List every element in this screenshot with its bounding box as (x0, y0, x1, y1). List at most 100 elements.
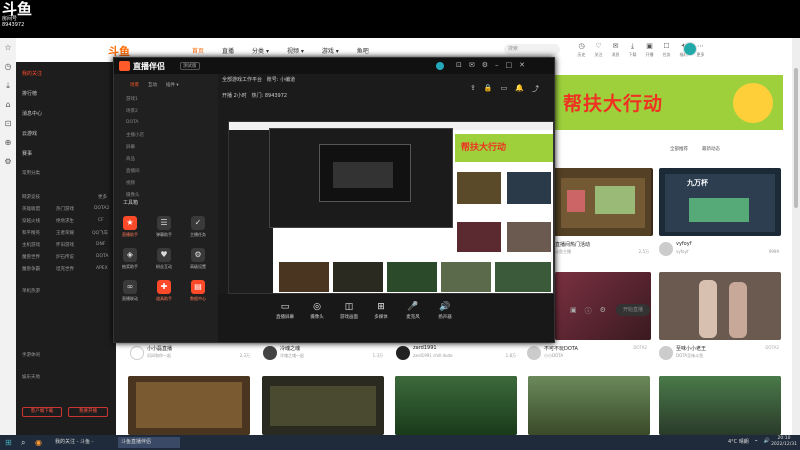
game-link[interactable]: 和平精英 (22, 230, 40, 236)
scene-item[interactable]: 摄像头 (126, 192, 140, 198)
header-download[interactable]: ⤓ 下载 (627, 42, 638, 58)
game-link[interactable]: QQ飞车 (92, 230, 108, 236)
game-link[interactable]: DOTA2 (94, 206, 109, 211)
game-link[interactable]: 魔兽争霸 (22, 266, 40, 272)
avatar[interactable] (659, 346, 673, 360)
nav-home[interactable]: 首页 (192, 46, 204, 55)
stream-card-5[interactable] (128, 376, 250, 435)
search-icon[interactable]: ⌕ (18, 437, 28, 448)
group-mobile[interactable]: 手游休闲 (22, 352, 40, 358)
lock-icon[interactable]: 🔒 (484, 84, 493, 94)
game-link[interactable]: 炉石传说 (56, 254, 74, 260)
menu-cloud-game[interactable]: 云游戏 (22, 130, 37, 137)
game-link[interactable]: CF (98, 218, 104, 223)
bell-icon[interactable]: 🔔 (515, 84, 524, 94)
scene-item[interactable]: 游戏1 (126, 96, 138, 102)
user-avatar[interactable] (683, 42, 697, 56)
tool-task[interactable]: ✓ 主播任务 (184, 216, 212, 238)
group-single[interactable]: 单机热游 (22, 288, 40, 294)
home-icon[interactable]: ⌂ (0, 95, 16, 114)
activity-banner[interactable]: 帮扶大行动 (555, 75, 783, 130)
tab-plugins[interactable]: 插件 ▾ (166, 82, 179, 88)
nav-category[interactable]: 分类 ▾ (252, 46, 269, 55)
source-media[interactable]: ⊞ 多媒体 (368, 302, 394, 320)
game-link[interactable]: DOTA (96, 254, 109, 259)
source-screen[interactable]: ▭ 直播屏幕 (272, 302, 298, 320)
game-link[interactable]: 坦克世界 (56, 266, 74, 272)
card-title[interactable]: vyfoyf (676, 241, 691, 247)
search-input[interactable]: 搜索 (504, 44, 560, 55)
nav-game[interactable]: 游戏 ▾ (322, 46, 339, 55)
tab-scenes[interactable]: 场景 (130, 82, 139, 88)
tool-danmu[interactable]: ☰ 弹幕助手 (150, 216, 178, 238)
menu-messages[interactable]: 消息中心 (22, 110, 42, 117)
game-link[interactable]: 穿越火线 (22, 218, 40, 224)
source-camera[interactable]: ◎ 摄像头 (304, 302, 330, 320)
history-icon[interactable]: ◷ (0, 57, 16, 76)
tool-props[interactable]: ✚ 道具助手 (150, 280, 178, 302)
header-task[interactable]: ☐ 任务 (661, 42, 672, 58)
card-title[interactable]: 至味小小老王 (676, 345, 706, 352)
stream-card-9[interactable] (659, 376, 781, 435)
source-game[interactable]: ◫ 游戏画面 (336, 302, 362, 320)
card-title[interactable]: 小小磊直播 (147, 345, 172, 352)
record-icon[interactable]: ▣ (570, 306, 577, 316)
scene-item[interactable]: 视频 (126, 180, 135, 186)
scene-item[interactable]: 屏幕 (126, 144, 135, 150)
menu-rank[interactable]: 排行榜 (22, 90, 37, 97)
star-icon[interactable]: ☆ (0, 38, 16, 57)
menu-follow[interactable]: 我的关注 (22, 70, 42, 77)
header-live[interactable]: ▣ 开播 (644, 42, 655, 58)
share-icon[interactable]: ⇪ (470, 84, 476, 94)
settings-icon[interactable]: ⚙ (482, 61, 488, 69)
stream-card-7[interactable] (395, 376, 517, 435)
room-category[interactable]: 全部游戏工作平台 (222, 77, 262, 83)
close-icon[interactable]: ✕ (519, 61, 525, 69)
weather[interactable]: 4°C 晴朗 (728, 438, 749, 445)
group-entertainment[interactable]: 娱乐天地 (22, 374, 40, 380)
tool-lottery[interactable]: ◈ 抽奖助手 (116, 248, 144, 270)
stream-card-6[interactable] (262, 376, 384, 435)
taskbar-companion[interactable]: 斗鱼直播伴侣 (118, 437, 180, 448)
minimize-icon[interactable]: – (495, 61, 499, 69)
network-icon[interactable]: ⌁ (755, 438, 758, 445)
avatar[interactable] (130, 346, 144, 360)
info-icon[interactable]: ⓘ (585, 306, 592, 316)
menu-events[interactable]: 赛事 (22, 150, 32, 157)
companion-avatar[interactable] (436, 62, 444, 70)
game-link[interactable]: 热门游戏 (56, 206, 74, 212)
avatar[interactable] (527, 346, 541, 360)
header-follow[interactable]: ♡ 关注 (593, 42, 604, 58)
filter-recommend[interactable]: 全部推荐 (670, 146, 688, 152)
download-client-button[interactable]: 客户端下载 (22, 407, 62, 417)
tool-settings[interactable]: ⚙ 高级设置 (184, 248, 212, 270)
nav-video[interactable]: 视频 ▾ (287, 46, 304, 55)
filter-latest[interactable]: 最新动态 (702, 146, 720, 152)
card-title[interactable]: zard1991 (413, 345, 437, 351)
group-more[interactable]: 更多 (98, 194, 107, 200)
card-title[interactable]: 直播间热门活动 (555, 241, 590, 248)
maximize-icon[interactable]: □ (506, 61, 513, 69)
avatar[interactable] (263, 346, 277, 360)
start-live-button[interactable]: 我要开播 (68, 407, 108, 417)
game-icon[interactable]: ⊕ (0, 133, 16, 152)
bag-icon[interactable]: ⊡ (0, 114, 16, 133)
settings-icon[interactable]: ⚙ (0, 152, 16, 171)
nav-live[interactable]: 直播 (222, 46, 234, 55)
clock[interactable]: 20:10 2022/12/31 (771, 436, 797, 448)
avatar[interactable] (396, 346, 410, 360)
page-scrollbar[interactable] (792, 38, 800, 435)
gear-icon[interactable]: ⚙ (600, 306, 606, 316)
mic-control[interactable]: 🎤 麦克风 (400, 302, 426, 320)
download-icon[interactable]: ⤓ (0, 76, 16, 95)
tab-interact[interactable]: 互动 (148, 82, 157, 88)
card-title[interactable]: 不可不玩DOTA (544, 345, 578, 352)
game-link[interactable]: 魔兽世界 (22, 254, 40, 260)
stream-card-8[interactable] (528, 376, 650, 435)
feedback-icon[interactable]: ⊡ (456, 61, 462, 69)
game-link[interactable]: 主机游戏 (22, 242, 40, 248)
card-title[interactable]: 冷魂之魂 (280, 345, 300, 352)
volume-icon[interactable]: 🔊 (764, 438, 770, 445)
scene-item[interactable]: 直播间 (126, 168, 140, 174)
scrollbar-thumb[interactable] (794, 68, 798, 208)
